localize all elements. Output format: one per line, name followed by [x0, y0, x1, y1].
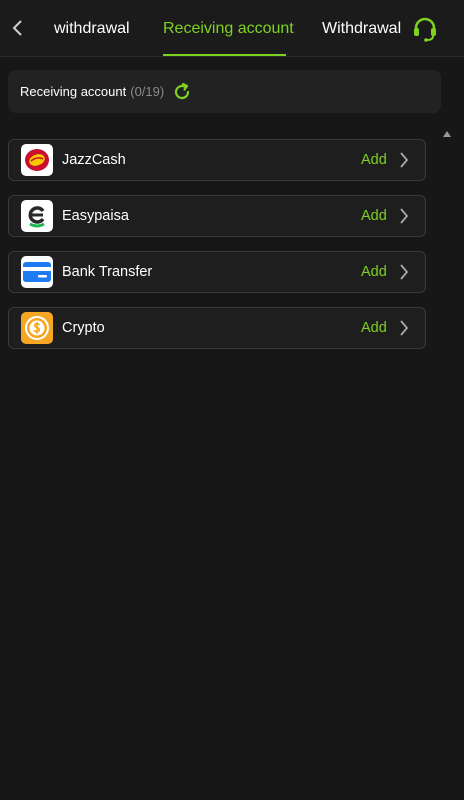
account-row-easypaisa[interactable]: Easypaisa Add — [8, 195, 426, 237]
headset-icon — [414, 17, 436, 42]
add-button[interactable]: Add — [361, 140, 387, 180]
chevron-right-icon — [398, 152, 410, 168]
chevron-left-icon — [12, 20, 22, 36]
summary-label: Receiving account — [20, 84, 127, 99]
account-row-jazzcash[interactable]: JazzCash Add — [8, 139, 426, 181]
back-button[interactable] — [6, 16, 28, 40]
chevron-right-icon — [398, 320, 410, 336]
crypto-coin-icon — [21, 312, 53, 344]
account-row-bank-transfer[interactable]: Bank Transfer Add — [8, 251, 426, 293]
triangle-up-icon — [443, 131, 451, 137]
add-button[interactable]: Add — [361, 196, 387, 236]
add-button[interactable]: Add — [361, 252, 387, 292]
active-tab-indicator — [163, 54, 286, 56]
account-list: JazzCash Add Easypaisa Add Bank Transfer… — [8, 139, 426, 363]
chevron-right-icon — [398, 208, 410, 224]
account-name: JazzCash — [62, 152, 126, 168]
account-name: Bank Transfer — [62, 264, 153, 280]
tab-receiving-account[interactable]: Receiving account — [163, 0, 294, 57]
chevron-right-icon — [398, 264, 410, 280]
bank-card-icon — [21, 256, 53, 288]
jazzcash-logo-icon — [21, 144, 53, 176]
tab-withdrawal[interactable]: withdrawal — [54, 0, 130, 57]
refresh-button[interactable] — [172, 82, 192, 102]
easypaisa-logo-icon — [21, 200, 53, 232]
tab-withdrawal-history[interactable]: Withdrawal — [322, 0, 401, 57]
receiving-account-summary: Receiving account (0/19) — [8, 70, 441, 113]
account-count: (0/19) — [130, 84, 165, 99]
account-name: Easypaisa — [62, 208, 129, 224]
refresh-icon — [175, 82, 190, 99]
account-name: Crypto — [62, 320, 105, 336]
top-bar: withdrawal Receiving account Withdrawal — [0, 0, 464, 57]
customer-support-button[interactable] — [408, 14, 442, 44]
add-button[interactable]: Add — [361, 308, 387, 348]
account-row-crypto[interactable]: Crypto Add — [8, 307, 426, 349]
scrollbar-up-arrow[interactable] — [441, 129, 453, 139]
